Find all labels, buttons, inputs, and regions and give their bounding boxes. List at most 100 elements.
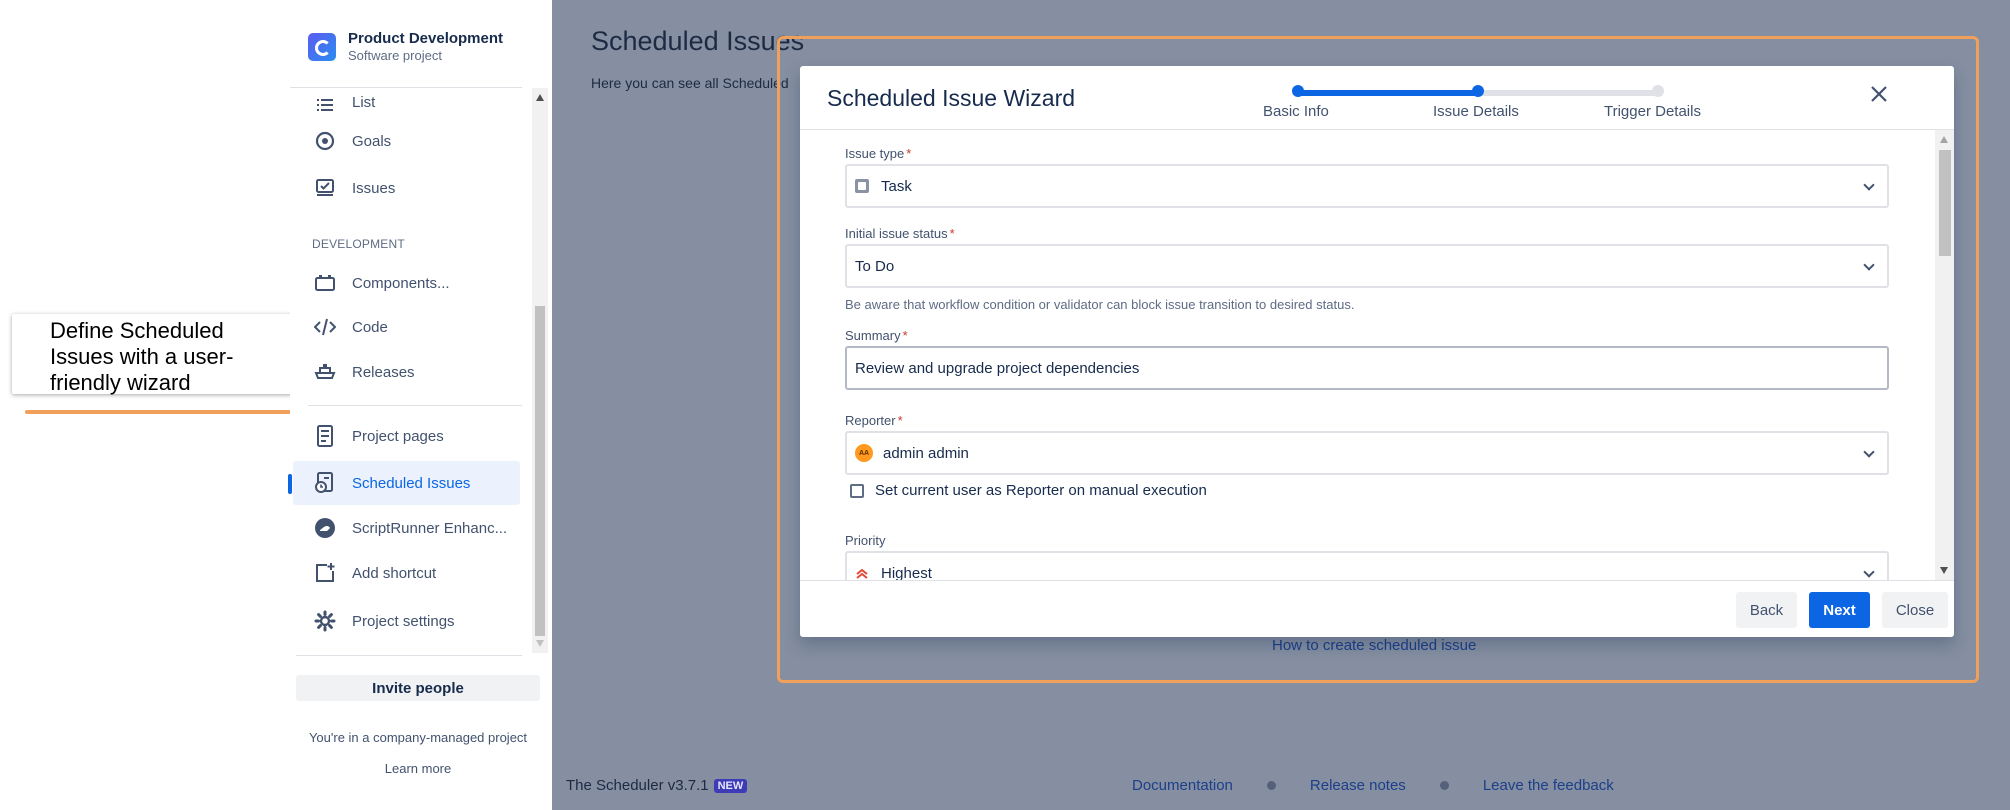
sidebar-item-issues[interactable]: Issues [290, 166, 522, 210]
issue-type-value: Task [881, 177, 912, 195]
step-label-trigger-details: Trigger Details [1604, 103, 1701, 120]
sidebar-scrollbar[interactable] [532, 88, 548, 653]
scroll-down-arrow-icon[interactable] [1940, 567, 1948, 574]
reporter-value: admin admin [883, 444, 969, 462]
page-subtitle: Here you can see all Scheduled [591, 75, 789, 91]
priority-select[interactable]: Highest [845, 551, 1889, 580]
status-help-text: Be aware that workflow condition or vali… [845, 297, 1355, 312]
set-reporter-checkbox[interactable] [850, 483, 864, 498]
section-label-development: DEVELOPMENT [312, 237, 405, 251]
code-icon [314, 316, 336, 338]
initial-status-label: Initial issue status * [845, 226, 955, 241]
ship-icon [314, 361, 336, 383]
sidebar-item-project-pages[interactable]: Project pages [290, 414, 522, 458]
sidebar-divider [308, 405, 522, 406]
sidebar-item-label: Project settings [352, 612, 455, 630]
modal-scrollbar[interactable] [1935, 130, 1954, 580]
sidebar-item-code[interactable]: Code [290, 305, 522, 349]
version-text: The Scheduler v3.7.1 [566, 777, 709, 794]
step-dot-trigger-details [1652, 85, 1664, 97]
project-logo-icon [308, 32, 336, 61]
sidebar-item-label: Issues [352, 179, 396, 197]
chevron-down-icon [1863, 446, 1875, 458]
scheduled-issues-icon [314, 472, 336, 494]
new-badge: NEW [713, 778, 748, 793]
modal-title: Scheduled Issue Wizard [827, 85, 1076, 111]
sidebar-item-goals[interactable]: Goals [290, 119, 522, 163]
sidebar-item-label: Code [352, 318, 388, 336]
list-icon [314, 94, 336, 116]
wizard-form: Issue type * Task Initial issue status * T… [800, 130, 1954, 580]
task-icon [855, 179, 869, 193]
sidebar-item-label: Project pages [352, 427, 444, 445]
sidebar-item-add-shortcut[interactable]: Add shortcut [290, 551, 522, 595]
sidebar-item-components[interactable]: Components... [290, 261, 522, 305]
initial-status-select[interactable]: To Do [845, 244, 1889, 288]
step-dot-issue-details [1472, 85, 1484, 97]
goals-icon [314, 130, 336, 152]
chevron-down-icon [1863, 259, 1875, 271]
close-button[interactable]: Close [1882, 592, 1948, 628]
learn-more-link[interactable]: Learn more [290, 761, 546, 776]
company-managed-text: You're in a company-managed project [308, 730, 528, 745]
wizard-progress-fill [1298, 90, 1478, 96]
reporter-label: Reporter * [845, 413, 903, 428]
reporter-manual-checkbox-row[interactable]: Set current user as Reporter on manual e… [850, 482, 1207, 499]
initial-status-value: To Do [855, 257, 895, 275]
leave-feedback-link[interactable]: Leave the feedback [1483, 777, 1614, 794]
callout-annotation: Define Scheduled Issues with a user-frie… [12, 314, 296, 395]
project-name: Product Development [348, 30, 504, 47]
step-label-basic-info: Basic Info [1263, 103, 1329, 120]
sidebar-item-label: Components... [352, 274, 450, 292]
sidebar-item-scriptrunner[interactable]: ScriptRunner Enhanc... [290, 506, 522, 550]
sidebar-item-label: Goals [352, 132, 392, 150]
add-shortcut-icon [314, 562, 336, 584]
modal-footer-divider [800, 580, 1954, 581]
scriptrunner-icon [314, 517, 336, 539]
scroll-up-arrow-icon[interactable] [536, 94, 544, 101]
release-notes-link[interactable]: Release notes [1310, 777, 1406, 794]
gear-icon [314, 610, 336, 632]
summary-label: Summary * [845, 328, 908, 343]
sidebar-item-label: Add shortcut [352, 564, 437, 582]
invite-people-button[interactable]: Invite people [296, 675, 540, 701]
scrollbar-thumb[interactable] [535, 306, 545, 636]
sidebar-item-list[interactable]: List [290, 82, 522, 112]
components-icon [314, 272, 336, 294]
sidebar-footer-divider [296, 655, 522, 656]
app-version: The Scheduler v3.7.1 NEW [566, 777, 748, 794]
checkbox-label: Set current user as Reporter on manual e… [875, 482, 1207, 499]
sidebar-item-label: Scheduled Issues [352, 474, 471, 492]
sidebar-item-label: Releases [352, 363, 415, 381]
priority-value: Highest [881, 564, 932, 581]
page-title: Scheduled Issues [591, 26, 805, 56]
summary-input[interactable]: Review and upgrade project dependencies [845, 346, 1889, 390]
scheduled-issue-wizard-modal: Scheduled Issue Wizard Basic Info Issue … [800, 66, 1954, 637]
next-button[interactable]: Next [1809, 592, 1870, 628]
callout-text: Define Scheduled Issues with a user-frie… [50, 318, 234, 395]
priority-label: Priority [845, 533, 886, 548]
active-indicator [288, 474, 292, 494]
chevron-down-icon [1863, 566, 1875, 578]
avatar: AA [855, 444, 873, 462]
back-button[interactable]: Back [1736, 592, 1797, 628]
sidebar-item-releases[interactable]: Releases [290, 350, 522, 394]
separator-dot [1266, 781, 1276, 790]
step-dot-basic-info [1292, 85, 1304, 97]
scroll-up-arrow-icon[interactable] [1940, 136, 1948, 143]
close-icon[interactable] [1865, 80, 1893, 108]
project-header[interactable]: Product Development Software project [308, 30, 503, 63]
issues-icon [314, 177, 336, 199]
issue-type-label: Issue type * [845, 146, 912, 161]
reporter-select[interactable]: AA admin admin [845, 431, 1889, 475]
sidebar-item-label: List [352, 94, 376, 111]
scrollbar-thumb[interactable] [1939, 150, 1951, 256]
priority-highest-icon [855, 566, 869, 580]
issue-type-select[interactable]: Task [845, 164, 1889, 208]
sidebar: Product Development Software project Lis… [288, 0, 552, 810]
sidebar-item-project-settings[interactable]: Project settings [290, 599, 522, 643]
separator-dot [1439, 781, 1449, 790]
scroll-down-arrow-icon[interactable] [536, 640, 544, 647]
sidebar-item-scheduled-issues[interactable]: Scheduled Issues [293, 461, 520, 505]
documentation-link[interactable]: Documentation [1132, 777, 1233, 794]
